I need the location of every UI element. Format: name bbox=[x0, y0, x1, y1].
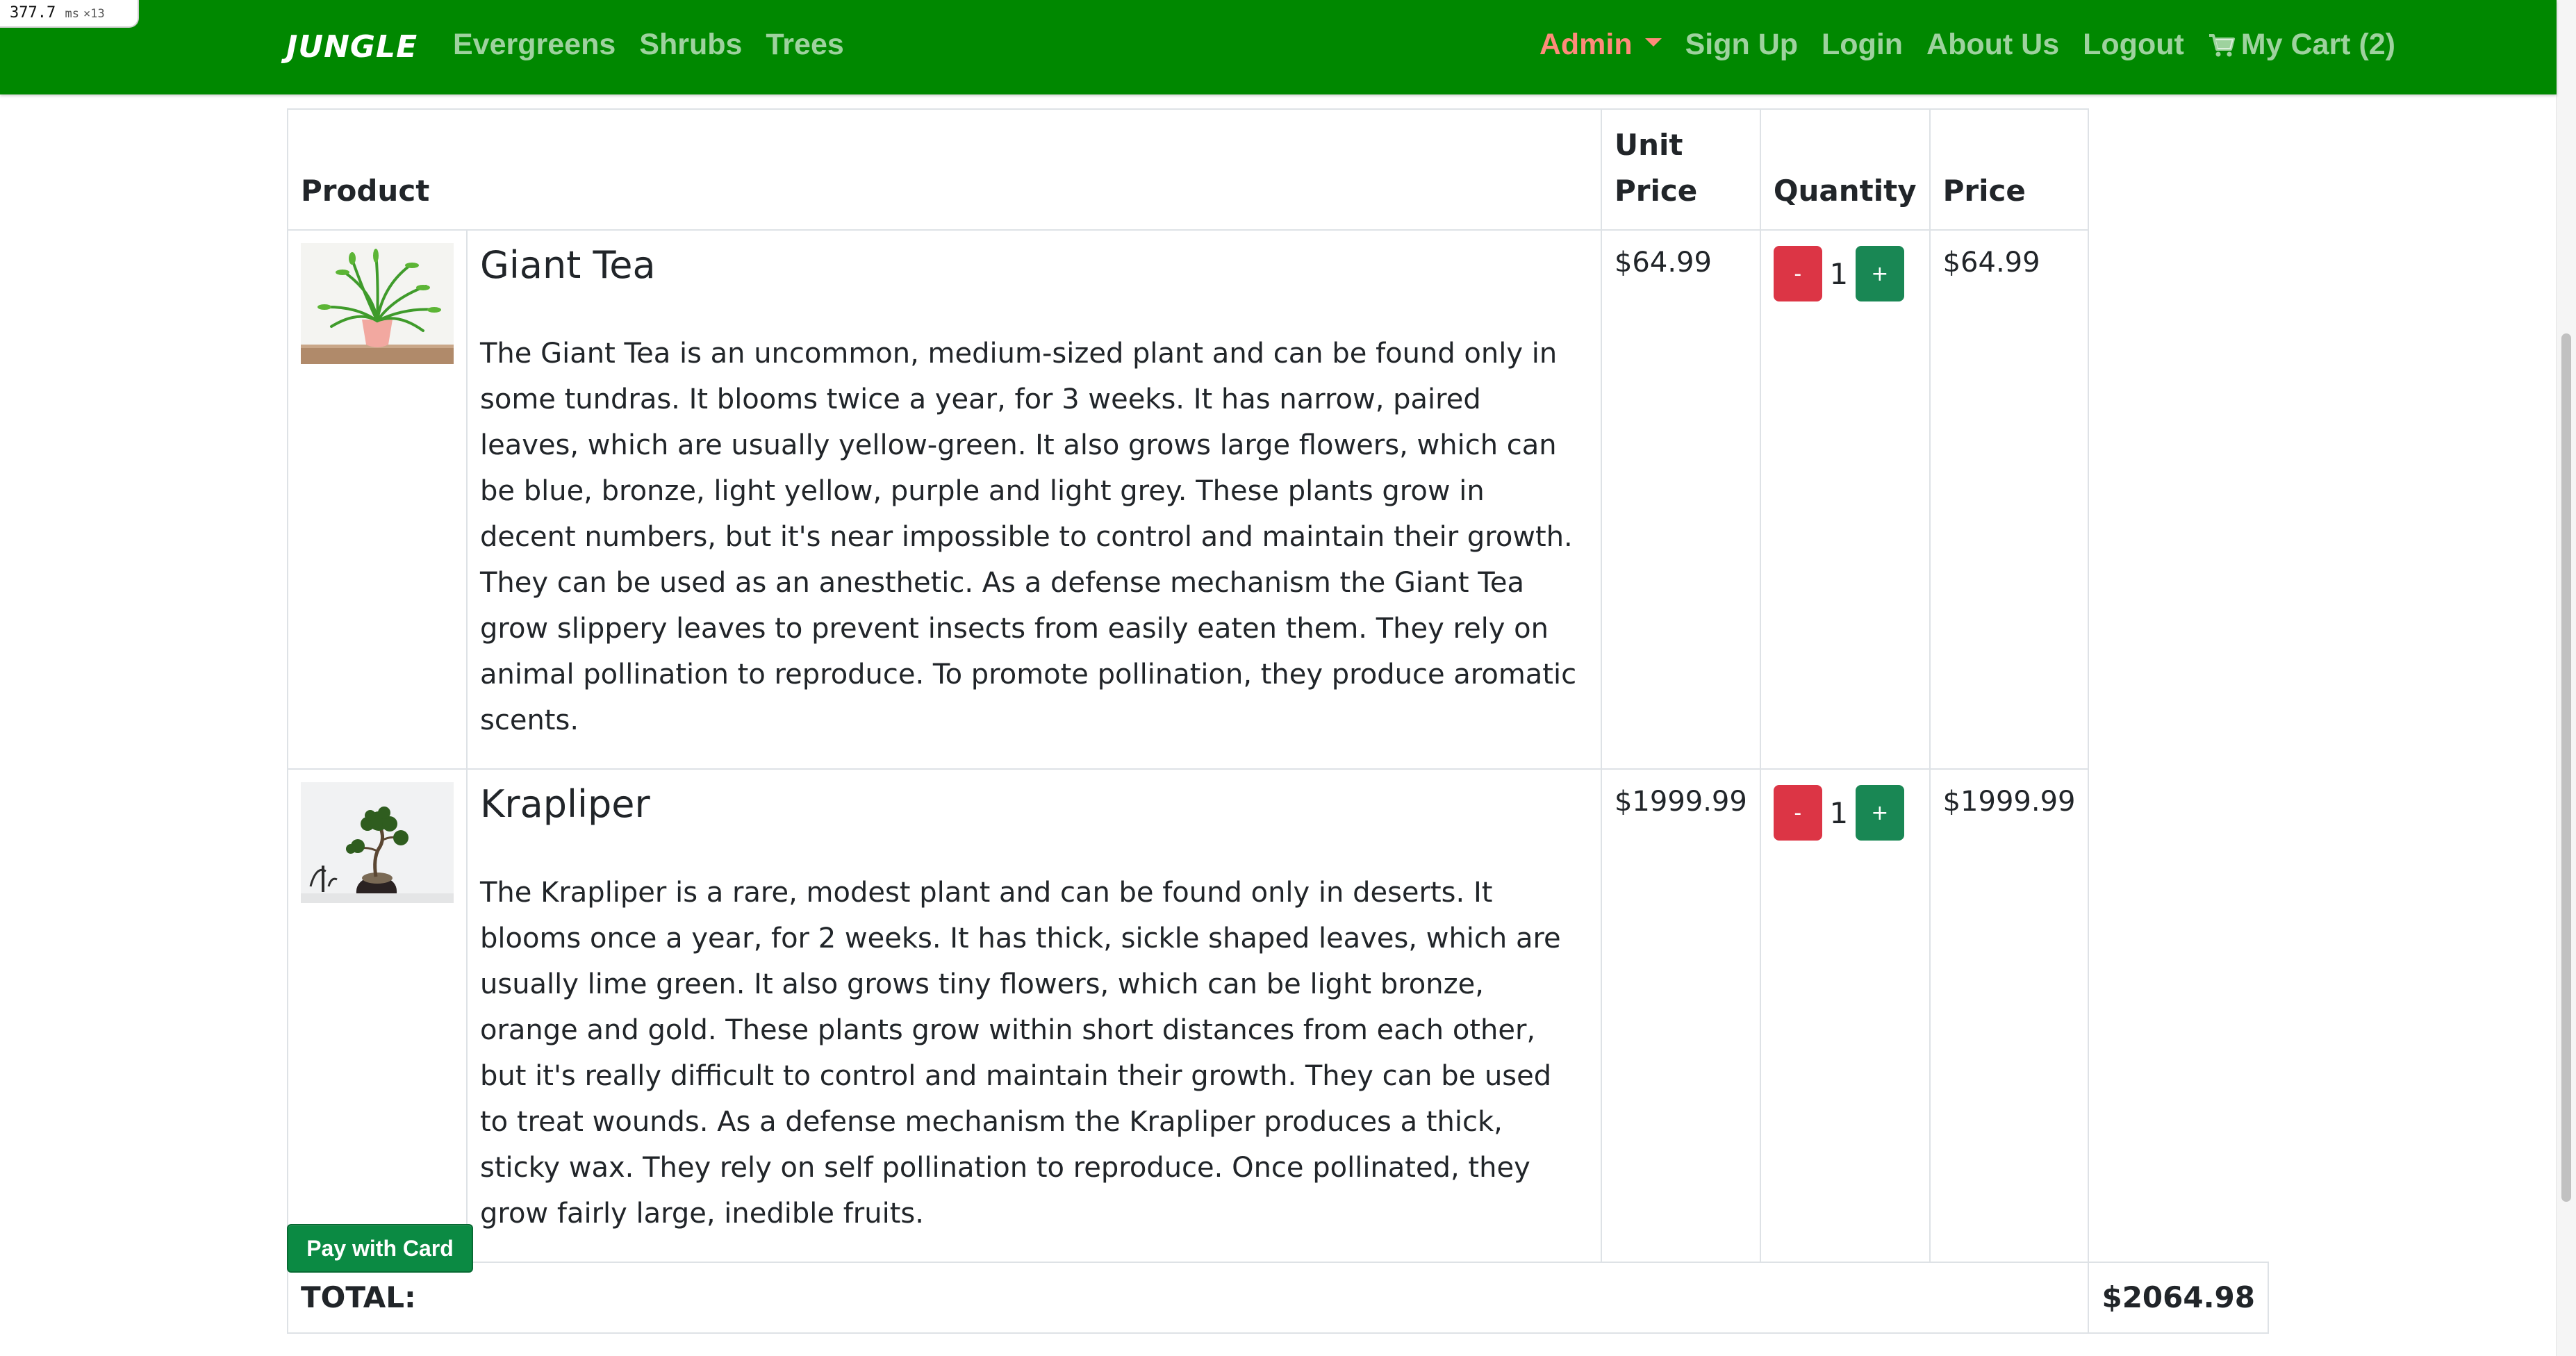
product-details-cell: Krapliper The Krapliper is a rare, modes… bbox=[466, 768, 1602, 1263]
scrollbar-thumb[interactable] bbox=[2561, 333, 2571, 1202]
product-details-cell: Giant Tea The Giant Tea is an uncommon, … bbox=[466, 229, 1602, 770]
brand-logo[interactable]: JUNGLE bbox=[286, 29, 418, 65]
increase-quantity-button[interactable]: + bbox=[1855, 246, 1904, 301]
perf-value: 377.7 bbox=[10, 4, 56, 22]
nav-link-about-us[interactable]: About Us bbox=[1926, 28, 2059, 62]
quantity-stepper: - 1 + bbox=[1773, 246, 1917, 301]
table-row: Krapliper The Krapliper is a rare, modes… bbox=[287, 768, 2268, 1263]
shopping-cart-icon bbox=[2208, 33, 2235, 56]
nav-link-login[interactable]: Login bbox=[1822, 28, 1903, 62]
product-description: The Giant Tea is an uncommon, medium-siz… bbox=[480, 338, 1577, 736]
caret-down-icon bbox=[1644, 38, 1662, 47]
perf-unit: ms bbox=[65, 7, 79, 21]
product-image-cell bbox=[287, 229, 468, 770]
unit-price-value: $64.99 bbox=[1614, 247, 1712, 279]
product-description: The Krapliper is a rare, modest plant an… bbox=[480, 877, 1561, 1230]
price-cell: $1999.99 bbox=[1929, 768, 2090, 1263]
header-unit-price-label: Price bbox=[1614, 174, 1698, 208]
price-cell: $64.99 bbox=[1929, 229, 2090, 770]
my-cart-label: My Cart (2) bbox=[2240, 28, 2395, 61]
increase-quantity-button[interactable]: + bbox=[1855, 785, 1904, 841]
unit-price-value: $1999.99 bbox=[1614, 786, 1747, 818]
table-header-row: Product Unit Price Quantity Price bbox=[287, 108, 2268, 231]
top-navbar: JUNGLE Evergreens Shrubs Trees Admin Sig… bbox=[0, 0, 2557, 94]
line-price-value: $64.99 bbox=[1942, 247, 2040, 279]
header-unit-price: Unit Price bbox=[1600, 108, 1761, 231]
decrease-quantity-button[interactable]: - bbox=[1773, 785, 1822, 841]
pay-with-card-button[interactable]: Pay with Card bbox=[287, 1224, 473, 1273]
total-label-cell: TOTAL: bbox=[286, 1262, 2090, 1334]
page-scrollbar[interactable] bbox=[2556, 0, 2576, 1356]
quantity-cell: - 1 + bbox=[1759, 229, 1931, 770]
nav-link-trees[interactable]: Trees bbox=[766, 28, 843, 62]
total-row: TOTAL: $2064.98 bbox=[286, 1262, 2269, 1334]
admin-label: Admin bbox=[1539, 28, 1633, 61]
nav-link-shrubs[interactable]: Shrubs bbox=[639, 28, 742, 62]
total-value-cell: $2064.98 bbox=[2088, 1262, 2269, 1334]
perf-overlay: 377.7 ms ×13 bbox=[0, 0, 139, 28]
nav-link-my-cart[interactable]: My Cart (2) bbox=[2208, 28, 2395, 62]
nav-link-logout[interactable]: Logout bbox=[2083, 28, 2184, 62]
unit-price-cell: $1999.99 bbox=[1600, 768, 1761, 1263]
quantity-value: 1 bbox=[1829, 256, 1849, 291]
header-product: Product bbox=[287, 108, 1602, 231]
header-quantity-label: Quantity bbox=[1773, 174, 1917, 208]
decrease-quantity-button[interactable]: - bbox=[1773, 246, 1822, 301]
cart-table: Product Unit Price Quantity Price Giant … bbox=[286, 108, 2269, 1334]
krapliper-thumbnail bbox=[301, 782, 454, 903]
total-value: $2064.98 bbox=[2102, 1280, 2255, 1314]
header-unit-label: Unit bbox=[1614, 128, 1683, 162]
header-quantity: Quantity bbox=[1759, 108, 1931, 231]
line-price-value: $1999.99 bbox=[1942, 786, 2076, 818]
header-price-label: Price bbox=[1942, 174, 2026, 208]
quantity-value: 1 bbox=[1829, 795, 1849, 830]
unit-price-cell: $64.99 bbox=[1600, 229, 1761, 770]
admin-dropdown[interactable]: Admin bbox=[1539, 28, 1662, 62]
nav-link-sign-up[interactable]: Sign Up bbox=[1685, 28, 1798, 62]
quantity-cell: - 1 + bbox=[1759, 768, 1931, 1263]
perf-multiplier: ×13 bbox=[83, 7, 105, 21]
product-name: Giant Tea bbox=[480, 243, 656, 287]
header-product-label: Product bbox=[301, 174, 430, 208]
nav-right-group: Admin Sign Up Login About Us Logout My C… bbox=[1539, 28, 2395, 62]
product-image-cell bbox=[287, 768, 468, 1263]
table-row: Giant Tea The Giant Tea is an uncommon, … bbox=[287, 229, 2268, 770]
total-label: TOTAL: bbox=[301, 1280, 416, 1314]
nav-link-evergreens[interactable]: Evergreens bbox=[453, 28, 616, 62]
giant-tea-thumbnail bbox=[301, 243, 454, 364]
product-name: Krapliper bbox=[480, 782, 650, 826]
quantity-stepper: - 1 + bbox=[1773, 785, 1917, 841]
header-price: Price bbox=[1929, 108, 2090, 231]
nav-left-group: Evergreens Shrubs Trees bbox=[453, 28, 844, 62]
